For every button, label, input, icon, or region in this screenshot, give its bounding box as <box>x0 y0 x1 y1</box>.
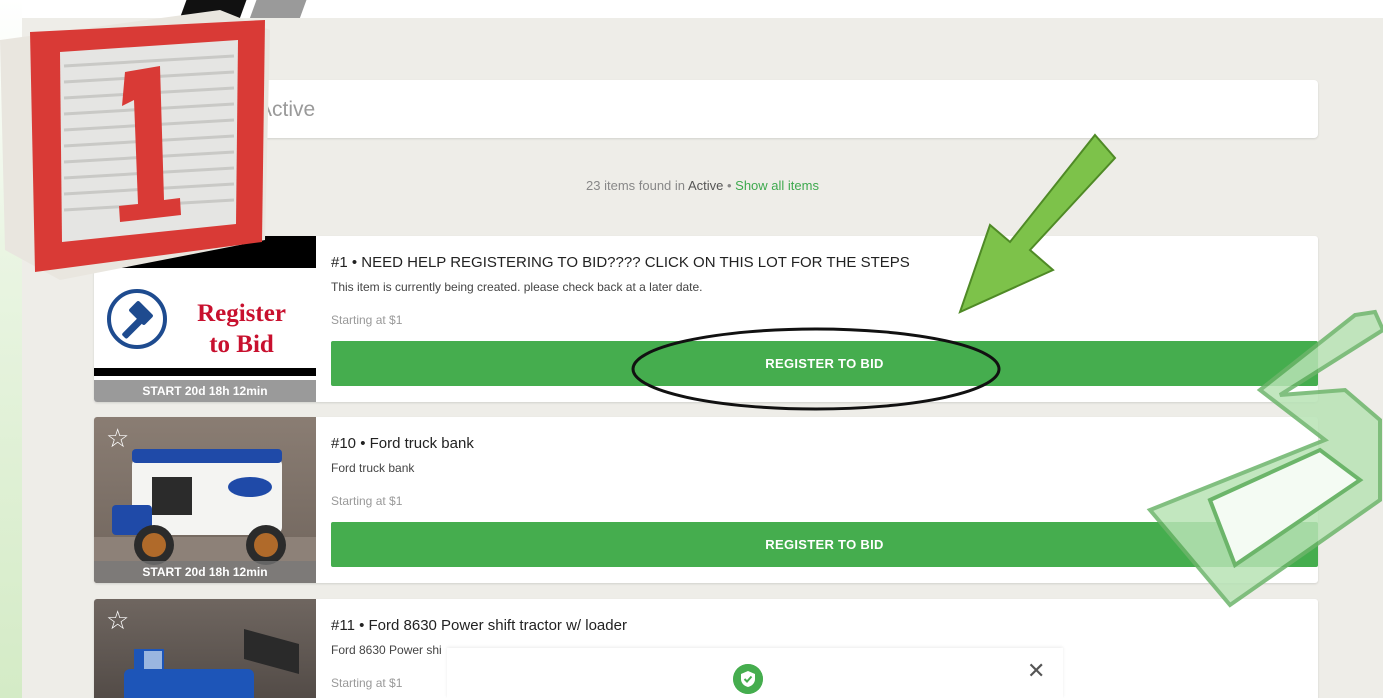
results-separator: • <box>726 178 732 193</box>
results-filter: Active <box>687 178 724 193</box>
star-outline-icon[interactable]: ☆ <box>106 425 129 451</box>
show-all-items-link[interactable]: Show all items <box>735 178 819 193</box>
auction-page: Active 23 items found in Active • Show a… <box>22 18 1383 698</box>
lot-thumbnail[interactable]: ☆ START 20d 18h 12min <box>94 417 316 583</box>
results-summary: 23 items found in Active • Show all item… <box>22 178 1383 193</box>
lot-description: This item is currently being created. pl… <box>331 280 703 294</box>
check-shield-icon <box>733 664 763 694</box>
register-to-bid-button[interactable]: REGISTER TO BID <box>331 522 1318 567</box>
start-countdown-badge: START 20d 18h 12min <box>94 380 316 402</box>
star-outline-icon[interactable]: ☆ <box>106 607 129 633</box>
start-countdown-badge: START 20d 18h 12min <box>94 561 316 583</box>
close-icon[interactable]: ✕ <box>1027 658 1045 684</box>
lot-starting-price: Starting at $1 <box>331 313 403 327</box>
lot-title[interactable]: #10 • Ford truck bank <box>331 435 474 452</box>
lot-thumbnail[interactable]: Register to Bid ☆ START 20d 18h 12min <box>94 236 316 402</box>
register-thumb-line-2: to Bid <box>209 331 274 358</box>
slide-left-strip <box>0 0 22 698</box>
gavel-icon <box>107 289 167 349</box>
search-value: Active <box>258 98 316 121</box>
lot-card[interactable]: Register to Bid ☆ START 20d 18h 12min #1… <box>94 236 1318 402</box>
lot-description: Ford truck bank <box>331 461 415 475</box>
toast-notification: ✕ <box>447 648 1063 698</box>
slide-top-bar <box>179 0 251 18</box>
thumb-band <box>94 368 316 376</box>
register-to-bid-button[interactable]: REGISTER TO BID <box>331 341 1318 386</box>
lot-starting-price: Starting at $1 <box>331 676 403 690</box>
lot-card[interactable]: ☆ START 20d 18h 12min #10 • Ford truck b… <box>94 417 1318 583</box>
lot-title[interactable]: #11 • Ford 8630 Power shift tractor w/ l… <box>331 617 627 634</box>
lot-title[interactable]: #1 • NEED HELP REGISTERING TO BID???? CL… <box>331 254 910 271</box>
search-input[interactable]: Active <box>92 80 1318 138</box>
star-outline-icon[interactable]: ☆ <box>105 244 129 271</box>
lot-thumbnail[interactable]: ☆ <box>94 599 316 698</box>
lot-description: Ford 8630 Power shi <box>331 643 442 657</box>
register-thumb-line-1: Register <box>197 300 286 327</box>
results-count: 23 items found in <box>586 178 686 193</box>
lot-starting-price: Starting at $1 <box>331 494 403 508</box>
register-thumb-text: Register to Bid <box>174 298 309 360</box>
slide-top-bar-gray <box>249 0 311 18</box>
